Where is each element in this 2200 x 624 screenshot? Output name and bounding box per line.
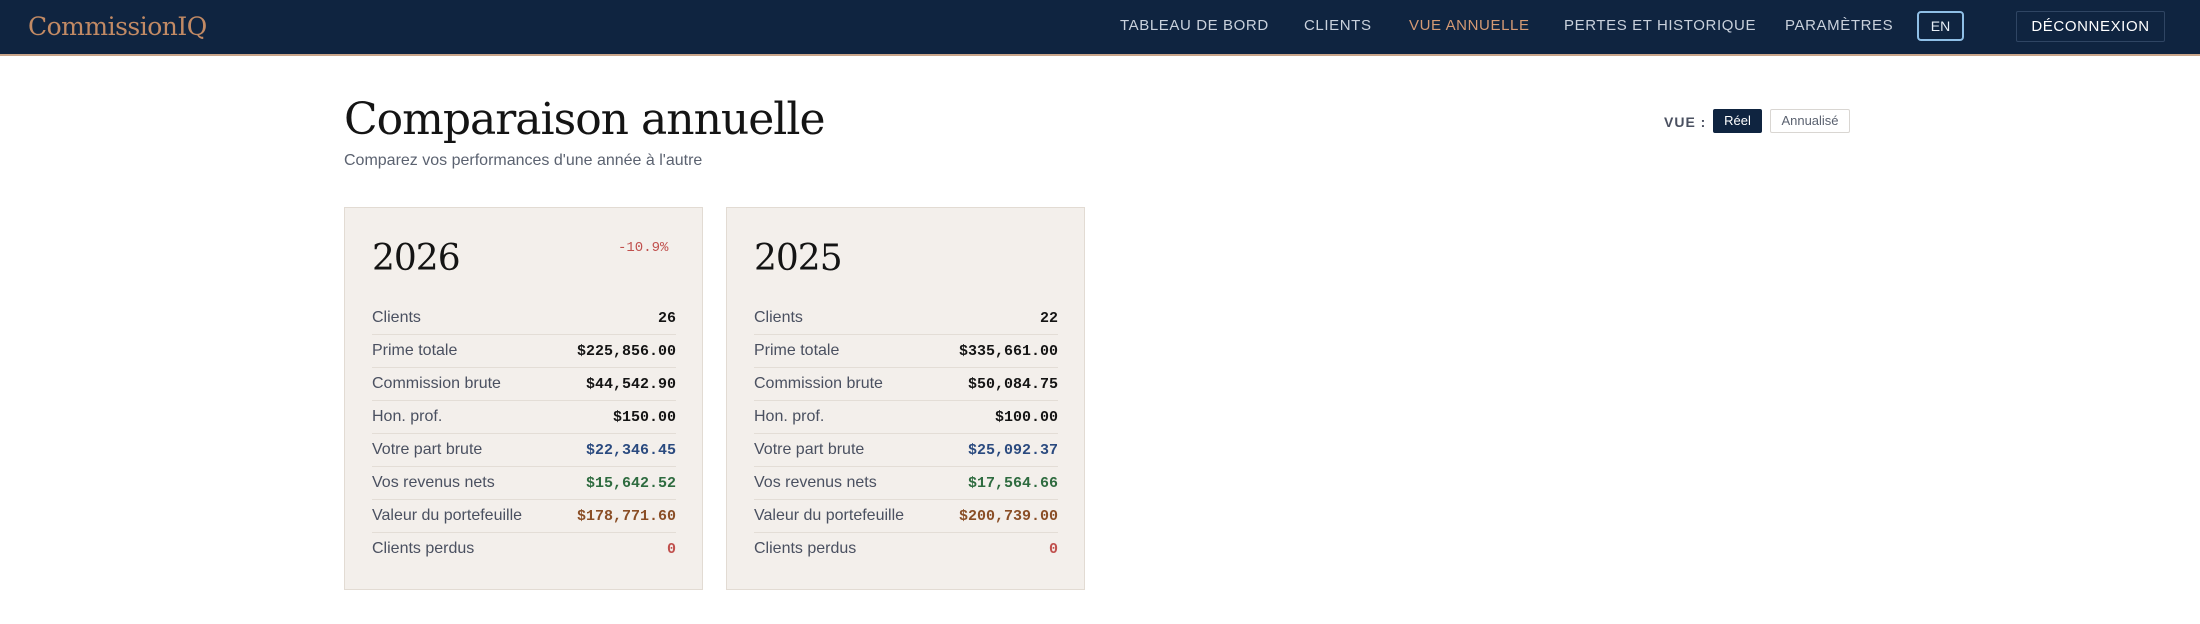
metric-row: Clients perdus 0	[372, 533, 676, 565]
brand-logo[interactable]: CommissionIQ	[28, 12, 207, 41]
metric-value: $22,346.45	[585, 442, 676, 459]
metric-row: Hon. prof. $100.00	[754, 401, 1058, 434]
metric-row: Commission brute $44,542.90	[372, 368, 676, 401]
page-title: Comparaison annuelle	[344, 94, 825, 145]
nav-item-dashboard[interactable]: TABLEAU DE BORD	[1120, 17, 1269, 34]
metric-label: Votre part brute	[372, 441, 483, 458]
card-year: 2025	[754, 238, 843, 279]
page-subtitle: Comparez vos performances d'une année à …	[344, 152, 703, 169]
nav-item-annual-view[interactable]: VUE ANNUELLE	[1409, 17, 1530, 34]
nav-item-settings[interactable]: PARAMÈTRES	[1785, 17, 1893, 34]
metric-row: Vos revenus nets $17,564.66	[754, 467, 1058, 500]
view-actual-button[interactable]: Réel	[1713, 109, 1762, 133]
view-annualized-button[interactable]: Annualisé	[1770, 109, 1850, 133]
metric-value: $150.00	[612, 409, 676, 426]
metric-value: $50,084.75	[967, 376, 1058, 393]
metric-value: $178,771.60	[576, 508, 676, 525]
metric-value: $25,092.37	[967, 442, 1058, 459]
metric-value: 26	[657, 310, 676, 327]
metric-label: Commission brute	[372, 375, 501, 392]
metric-label: Prime totale	[754, 342, 840, 359]
metric-value: 0	[1048, 541, 1058, 558]
nav-item-clients[interactable]: CLIENTS	[1304, 17, 1372, 34]
metric-label: Valeur du portefeuille	[754, 507, 905, 524]
metrics-list: Clients 26 Prime totale $225,856.00 Commis…	[372, 302, 676, 565]
metric-value: $100.00	[994, 409, 1058, 426]
logout-button[interactable]: DÉCONNEXION	[2016, 11, 2165, 42]
metric-label: Votre part brute	[754, 441, 865, 458]
metric-label: Commission brute	[754, 375, 883, 392]
metric-label: Hon. prof.	[372, 408, 443, 425]
metric-row: Clients 26	[372, 302, 676, 335]
year-card-2026: 2026 -10.9% Clients 26 Prime totale $225,8…	[344, 207, 703, 590]
metric-value: 22	[1039, 310, 1058, 327]
metric-row: Clients perdus 0	[754, 533, 1058, 565]
metric-label: Vos revenus nets	[754, 474, 877, 491]
year-change-badge: -10.9%	[618, 240, 669, 256]
metric-label: Clients perdus	[754, 540, 857, 557]
metric-row: Prime totale $225,856.00	[372, 335, 676, 368]
nav-item-losses-history[interactable]: PERTES ET HISTORIQUE	[1564, 17, 1756, 34]
year-card-2025: 2025 Clients 22 Prime totale $335,661.00 C…	[726, 207, 1085, 590]
metric-value: $15,642.52	[585, 475, 676, 492]
metric-row: Commission brute $50,084.75	[754, 368, 1058, 401]
top-navbar: CommissionIQ TABLEAU DE BORD CLIENTS VUE…	[0, 0, 2200, 56]
metrics-list: Clients 22 Prime totale $335,661.00 Commis…	[754, 302, 1058, 565]
language-toggle-button[interactable]: EN	[1917, 11, 1964, 41]
metric-row: Hon. prof. $150.00	[372, 401, 676, 434]
metric-value: $335,661.00	[958, 343, 1058, 360]
metric-label: Prime totale	[372, 342, 458, 359]
metric-value: $225,856.00	[576, 343, 676, 360]
metric-label: Valeur du portefeuille	[372, 507, 523, 524]
metric-row: Valeur du portefeuille $178,771.60	[372, 500, 676, 533]
metric-value: 0	[666, 541, 676, 558]
metric-label: Clients	[372, 309, 421, 326]
metric-row: Valeur du portefeuille $200,739.00	[754, 500, 1058, 533]
metric-label: Vos revenus nets	[372, 474, 495, 491]
metric-label: Clients perdus	[372, 540, 475, 557]
metric-row: Votre part brute $25,092.37	[754, 434, 1058, 467]
metric-value: $17,564.66	[967, 475, 1058, 492]
view-mode-label: VUE :	[1664, 114, 1707, 130]
metric-row: Votre part brute $22,346.45	[372, 434, 676, 467]
metric-value: $200,739.00	[958, 508, 1058, 525]
metric-row: Vos revenus nets $15,642.52	[372, 467, 676, 500]
metric-row: Prime totale $335,661.00	[754, 335, 1058, 368]
metric-value: $44,542.90	[585, 376, 676, 393]
metric-row: Clients 22	[754, 302, 1058, 335]
metric-label: Clients	[754, 309, 803, 326]
metric-label: Hon. prof.	[754, 408, 825, 425]
card-year: 2026	[372, 238, 461, 279]
